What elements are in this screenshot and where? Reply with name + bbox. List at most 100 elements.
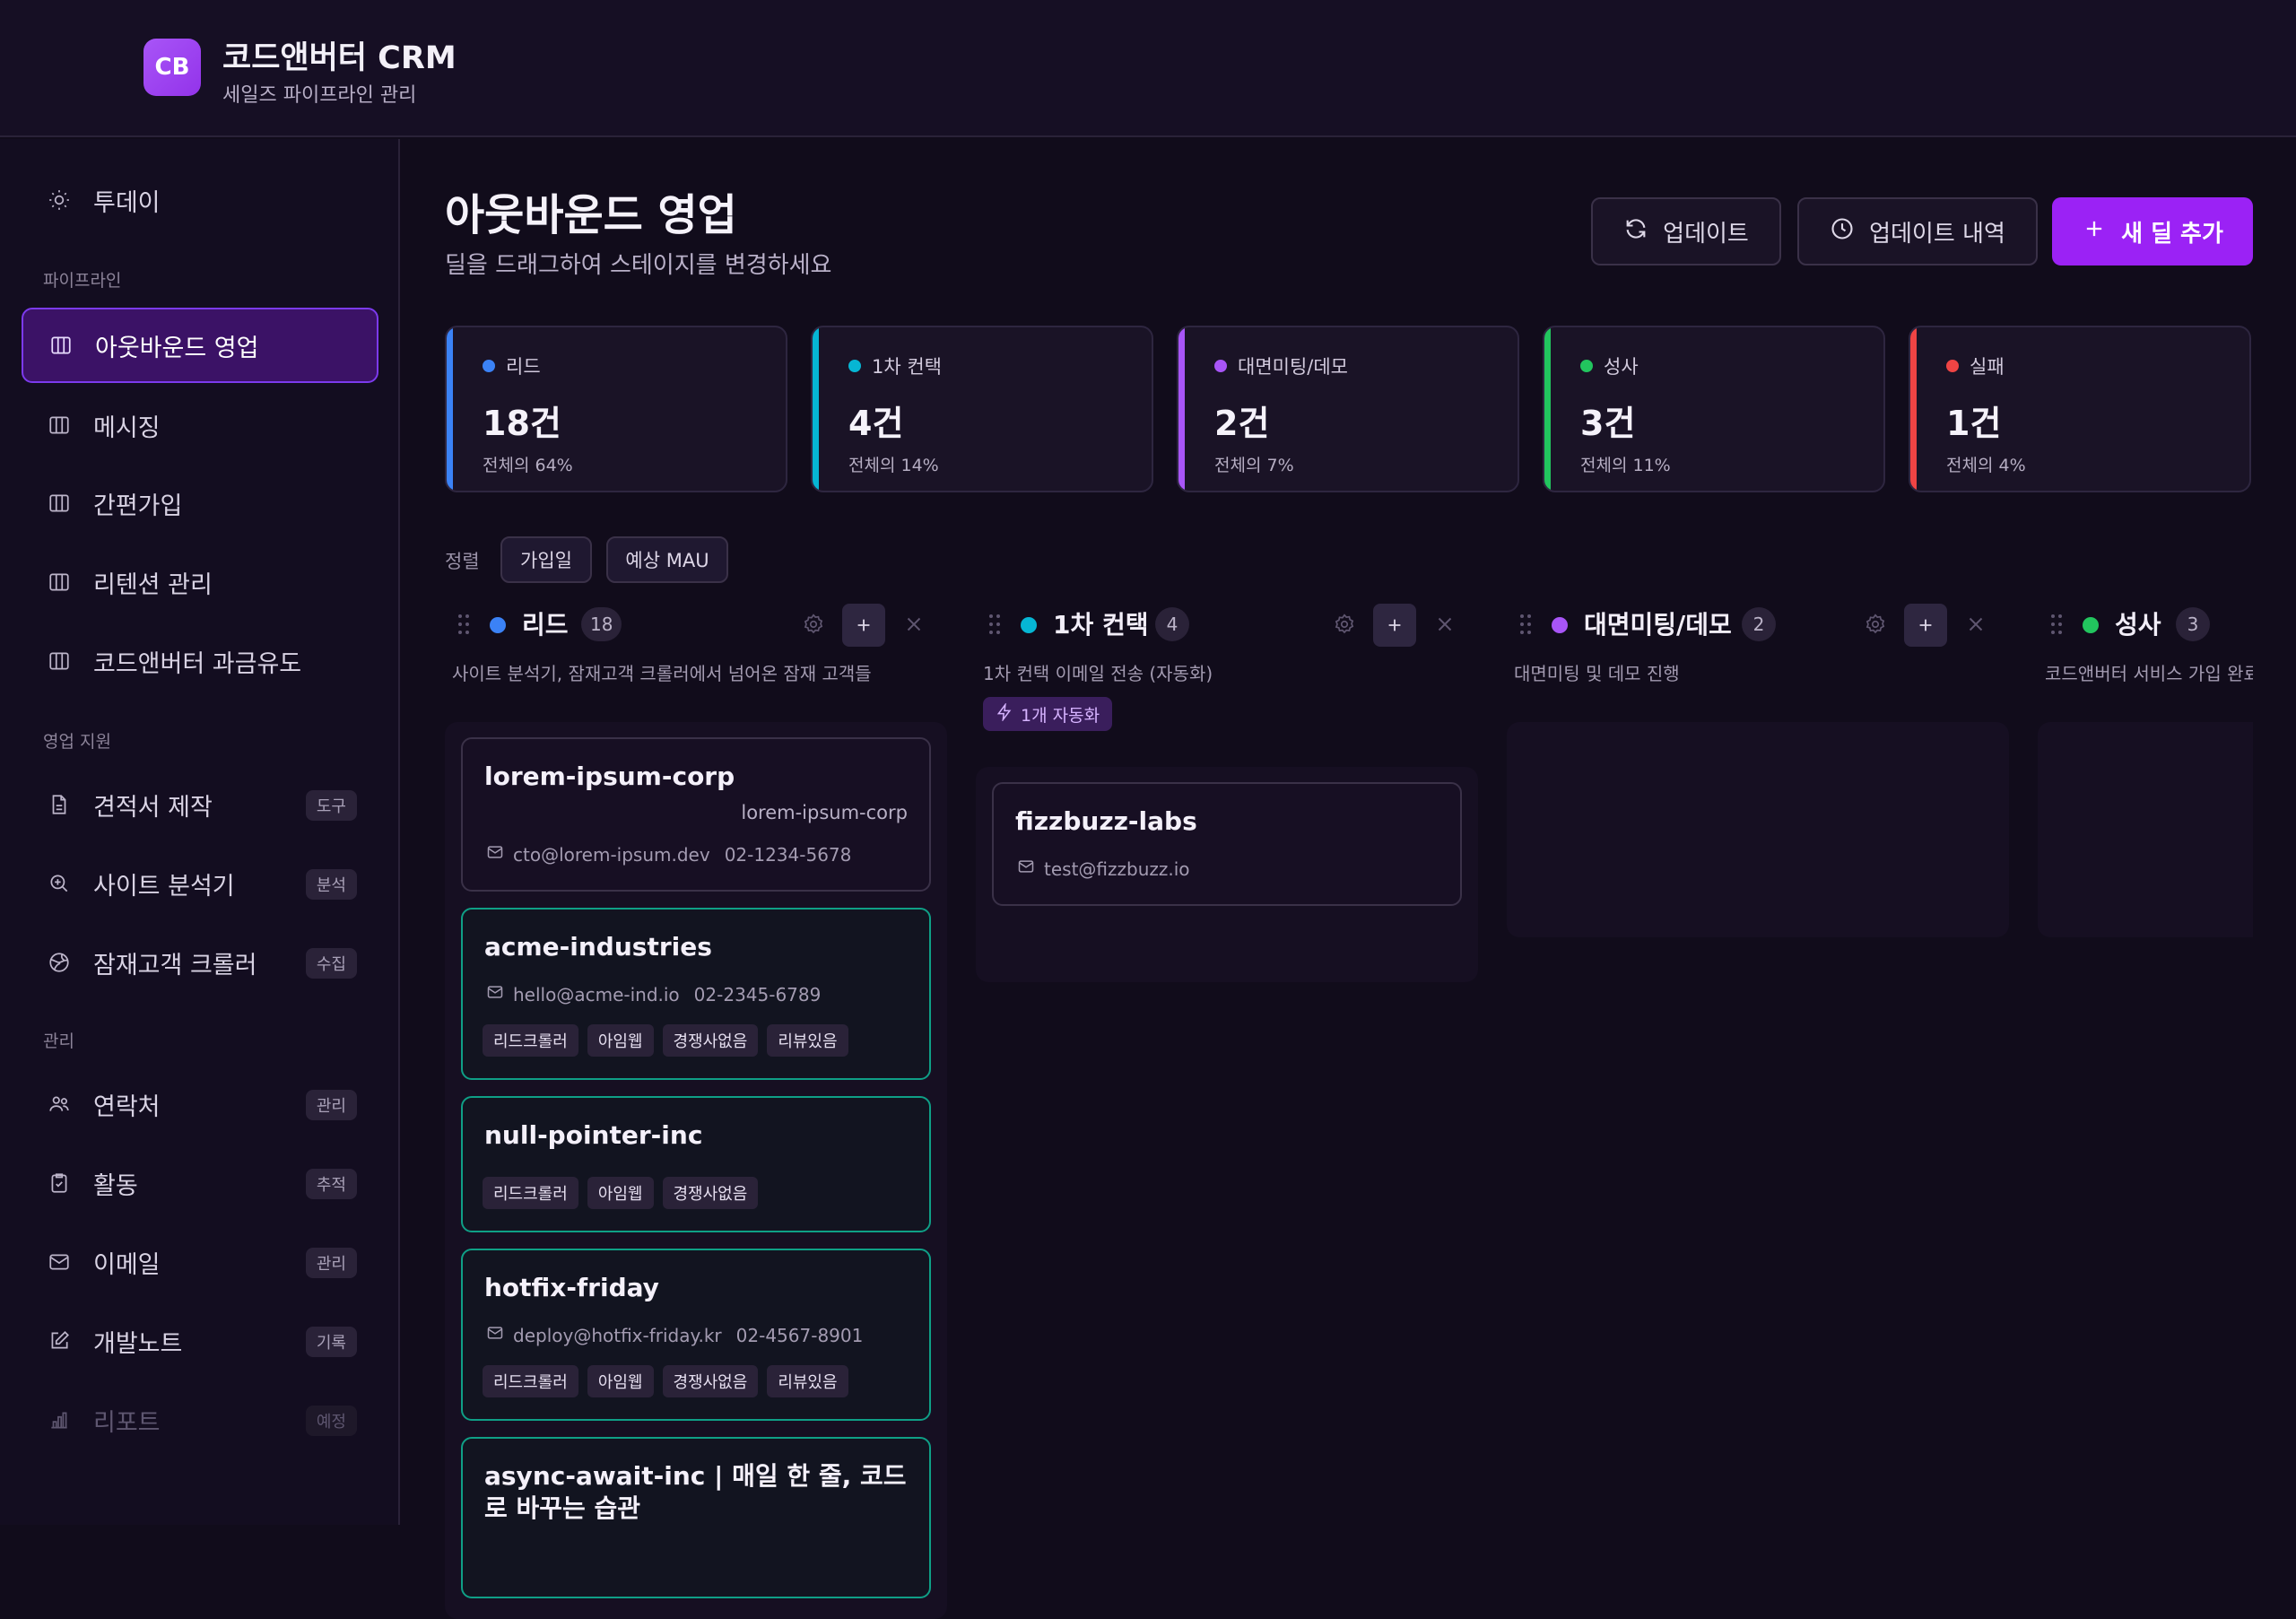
sidebar-item-label: 견적서 제작: [93, 793, 213, 822]
sidebar-item-label: 연락처: [93, 1092, 161, 1121]
status-dot: [848, 360, 861, 372]
add-deal-button[interactable]: 새 딜 추가: [2052, 197, 2253, 265]
plus-icon: [2082, 216, 2107, 248]
zoom-in-icon: [45, 869, 74, 898]
deal-card[interactable]: null-pointer-inc 리드크롤러 아임웹 경쟁사없음: [461, 1096, 931, 1232]
sidebar-item-crawler[interactable]: 잠재고객 크롤러 수집: [22, 925, 378, 1000]
close-icon[interactable]: [902, 613, 926, 636]
drag-handle-icon[interactable]: [2050, 613, 2063, 636]
users-icon: [45, 1090, 74, 1119]
sidebar-item-messaging[interactable]: 메시징: [22, 387, 378, 463]
column-description: 코드앤버터 서비스 가입 완료: [2045, 663, 2253, 684]
deal-contact: deploy@hotfix-friday.kr 02-4567-8901: [486, 1324, 863, 1346]
nav-badge: 추적: [305, 1169, 357, 1199]
sidebar-item-reports: 리포트 예정: [22, 1382, 378, 1458]
deal-contact: hello@acme-ind.io 02-2345-6789: [486, 983, 821, 1005]
stat-percent: 전체의 11%: [1580, 456, 1671, 475]
stat-accent-bar: [1178, 327, 1185, 491]
sidebar-item-label: 리포트: [93, 1408, 161, 1437]
sidebar-item-site-analyzer[interactable]: 사이트 분석기 분석: [22, 846, 378, 921]
sidebar-item-retention[interactable]: 리텐션 관리: [22, 544, 378, 620]
close-icon[interactable]: [1964, 613, 1987, 636]
drag-handle-icon[interactable]: [988, 613, 1001, 636]
gear-icon[interactable]: [1864, 613, 1887, 636]
mail-icon: [486, 983, 504, 1005]
stat-label: 1차 컨택: [872, 356, 942, 378]
add-card-button[interactable]: [1904, 604, 1947, 647]
tag-list: 리드크롤러 아임웹 경쟁사없음 리뷰있음: [483, 1365, 848, 1397]
sidebar-item-outbound[interactable]: 아웃바운드 영업: [22, 308, 378, 383]
tag: 경쟁사없음: [662, 1365, 759, 1397]
sidebar-item-label: 리텐션 관리: [93, 570, 213, 599]
drag-handle-icon[interactable]: [457, 613, 470, 636]
sidebar-item-quote[interactable]: 견적서 제작 도구: [22, 767, 378, 842]
app-logo[interactable]: CB: [144, 39, 201, 96]
nav-badge: 관리: [305, 1248, 357, 1278]
columns-icon: [47, 331, 75, 360]
deal-card[interactable]: async-await-inc | 매일 한 줄, 코드로 바꾸는 습관: [461, 1437, 931, 1598]
section-label-management: 관리: [43, 1031, 74, 1051]
sidebar-item-billing[interactable]: 코드앤버터 과금유도: [22, 623, 378, 699]
column-color-dot: [2083, 617, 2099, 633]
sidebar-item-label: 코드앤버터 과금유도: [93, 649, 302, 678]
stat-card-meeting: 대면미팅/데모 2건 전체의 7%: [1177, 326, 1519, 492]
deal-card[interactable]: lorem-ipsum-corp lorem-ipsum-corp cto@lo…: [461, 737, 931, 892]
sidebar-item-email[interactable]: 이메일 관리: [22, 1224, 378, 1300]
add-card-button[interactable]: [842, 604, 885, 647]
status-dot: [1214, 360, 1227, 372]
deal-contact: test@fizzbuzz.io: [1017, 857, 1190, 880]
tag: 아임웹: [587, 1177, 654, 1209]
deal-card[interactable]: hotfix-friday deploy@hotfix-friday.kr 02…: [461, 1249, 931, 1421]
stat-label: 성사: [1604, 356, 1639, 378]
sidebar-item-label: 잠재고객 크롤러: [93, 951, 257, 979]
deal-card[interactable]: fizzbuzz-labs test@fizzbuzz.io: [992, 782, 1462, 906]
column-header: 성사 3: [2038, 596, 2253, 650]
gear-icon[interactable]: [802, 613, 825, 636]
sidebar-item-activity[interactable]: 활동 추적: [22, 1145, 378, 1221]
column-count-badge: 18: [581, 607, 622, 641]
sidebar-item-signup[interactable]: 간편가입: [22, 466, 378, 541]
add-card-button[interactable]: [1373, 604, 1416, 647]
stat-value: 18건: [483, 404, 561, 443]
close-icon[interactable]: [1433, 613, 1457, 636]
edit-icon: [45, 1327, 74, 1355]
top-bar: CB 코드앤버터 CRM 세일즈 파이프라인 관리: [0, 0, 2296, 137]
drag-handle-icon[interactable]: [1519, 613, 1532, 636]
bar-chart-icon: [45, 1406, 74, 1434]
deal-email: test@fizzbuzz.io: [1044, 857, 1190, 880]
columns-icon: [45, 647, 74, 675]
main-content: 아웃바운드 영업 딜을 드래그하여 스테이지를 변경하세요 업데이트 업데이트 …: [402, 139, 2296, 1619]
mail-icon: [1017, 857, 1035, 880]
gear-icon[interactable]: [1333, 613, 1356, 636]
stat-value: 1건: [1946, 404, 2002, 443]
app-subtitle: 세일즈 파이프라인 관리: [222, 84, 417, 107]
deal-email: cto@lorem-ipsum.dev: [513, 843, 710, 866]
sidebar-item-devnotes[interactable]: 개발노트 기록: [22, 1303, 378, 1379]
page-title: 아웃바운드 영업: [445, 190, 737, 240]
column-color-dot: [490, 617, 506, 633]
deal-company: lorem-ipsum-corp: [741, 802, 908, 823]
stat-card-lead: 리드 18건 전체의 64%: [445, 326, 787, 492]
update-history-label: 업데이트 내역: [1869, 220, 2005, 248]
column-title: 성사: [2115, 610, 2161, 640]
update-label: 업데이트: [1663, 220, 1749, 248]
deal-card[interactable]: acme-industries hello@acme-ind.io 02-234…: [461, 908, 931, 1080]
sidebar-item-contacts[interactable]: 연락처 관리: [22, 1066, 378, 1142]
column-count-badge: 3: [2176, 607, 2210, 641]
automation-label: 1개 자동화: [1021, 705, 1100, 726]
update-history-button[interactable]: 업데이트 내역: [1797, 197, 2038, 265]
automation-badge[interactable]: 1개 자동화: [983, 697, 1113, 731]
column-title: 1차 컨택: [1053, 610, 1149, 640]
column-description: 사이트 분석기, 잠재고객 크롤러에서 넘어온 잠재 고객들: [452, 663, 872, 684]
deal-title: acme-industries: [484, 932, 712, 962]
sidebar-item-today[interactable]: 투데이: [22, 162, 378, 238]
stat-label: 리드: [506, 356, 541, 378]
update-button[interactable]: 업데이트: [1591, 197, 1781, 265]
stat-accent-bar: [1910, 327, 1917, 491]
stat-label: 실패: [1970, 356, 2005, 378]
deal-title: null-pointer-inc: [484, 1120, 703, 1150]
sort-option-signup-date[interactable]: 가입일: [500, 536, 592, 583]
section-label-sales-support: 영업 지원: [43, 732, 111, 752]
sort-option-mau[interactable]: 예상 MAU: [606, 536, 728, 583]
sidebar: 투데이 파이프라인 아웃바운드 영업 메시징 간편가입 리텐션 관리 코드앤버터…: [0, 139, 400, 1525]
